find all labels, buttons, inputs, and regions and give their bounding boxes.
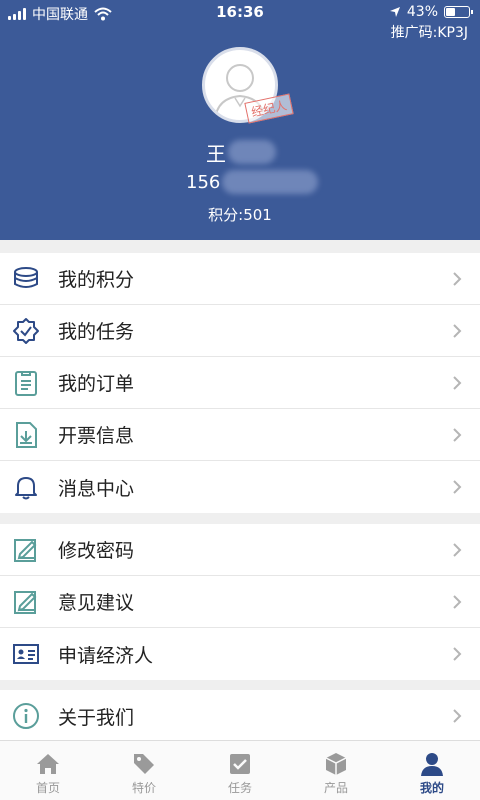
tab-tasks[interactable]: 任务 <box>192 741 288 800</box>
task-check-icon <box>230 754 250 774</box>
chevron-right-icon <box>453 324 462 338</box>
menu-item-label: 申请经济人 <box>58 644 154 667</box>
menu-group-about: 关于我们 <box>0 690 480 742</box>
tab-label: 首页 <box>35 781 60 795</box>
menu-item-tasks[interactable]: 我的任务 <box>0 305 480 357</box>
menu-group-account: 我的积分 我的任务 我的订单 开票信息 消息中心 <box>0 253 480 513</box>
tab-specials[interactable]: 特价 <box>96 741 192 800</box>
menu-group-settings: 修改密码 意见建议 申请经济人 <box>0 524 480 680</box>
menu-item-label: 我的订单 <box>58 373 135 395</box>
chevron-right-icon <box>453 272 462 286</box>
bell-icon <box>15 477 37 500</box>
home-icon <box>37 754 59 774</box>
bottom-tab-bar: 首页 特价 任务 产品 我的 <box>0 740 480 800</box>
badge-check-icon <box>13 318 39 344</box>
edit-document-icon <box>14 539 37 562</box>
menu-item-label: 关于我们 <box>58 706 135 729</box>
name-redaction <box>228 140 276 164</box>
tab-label: 任务 <box>227 781 252 795</box>
feedback-edit-icon <box>14 591 37 614</box>
chevron-right-icon <box>453 428 462 442</box>
chevron-right-icon <box>453 595 462 609</box>
menu-item-label: 我的积分 <box>58 269 135 291</box>
user-points: 积分:501 <box>208 206 272 224</box>
chevron-right-icon <box>453 376 462 390</box>
menu-item-label: 我的任务 <box>58 321 135 343</box>
user-icon <box>421 753 443 776</box>
menu-item-messages[interactable]: 消息中心 <box>0 461 480 513</box>
profile-header: 中国联通 16:36 43% 推广码:KP3J 经纪人 王 156 积分:501 <box>0 0 480 240</box>
info-icon <box>13 703 39 729</box>
battery-percent: 43% <box>406 4 438 20</box>
status-bar: 中国联通 16:36 43% <box>0 0 480 24</box>
chevron-right-icon <box>453 543 462 557</box>
tab-home[interactable]: 首页 <box>0 741 96 800</box>
invoice-icon <box>16 422 37 448</box>
menu-item-points[interactable]: 我的积分 <box>0 253 480 305</box>
menu-item-feedback[interactable]: 意见建议 <box>0 576 480 628</box>
tab-label: 产品 <box>323 781 348 795</box>
menu-item-label: 意见建议 <box>58 592 135 614</box>
menu-item-label: 修改密码 <box>58 540 135 562</box>
menu-item-change-password[interactable]: 修改密码 <box>0 524 480 576</box>
battery-icon <box>444 6 473 18</box>
tab-mine[interactable]: 我的 <box>384 741 480 800</box>
menu-item-apply-broker[interactable]: 申请经济人 <box>0 628 480 680</box>
tab-label: 特价 <box>131 781 156 795</box>
menu-item-label: 消息中心 <box>58 477 135 500</box>
id-card-icon <box>13 644 39 664</box>
menu-item-orders[interactable]: 我的订单 <box>0 357 480 409</box>
user-phone: 156 <box>186 172 221 193</box>
tag-icon <box>134 754 154 774</box>
tab-label: 我的 <box>419 781 444 795</box>
tab-products[interactable]: 产品 <box>288 741 384 800</box>
chevron-right-icon <box>453 480 462 494</box>
promo-code: 推广码:KP3J <box>390 25 468 41</box>
user-name: 王 <box>206 142 226 166</box>
database-icon <box>14 267 38 288</box>
location-arrow-icon <box>389 7 400 17</box>
menu-item-about[interactable]: 关于我们 <box>0 690 480 742</box>
menu-item-label: 开票信息 <box>58 425 135 447</box>
cube-icon <box>325 753 347 775</box>
chevron-right-icon <box>453 647 462 661</box>
menu-item-invoice[interactable]: 开票信息 <box>0 409 480 461</box>
phone-redaction <box>222 170 318 194</box>
clipboard-list-icon <box>15 371 37 396</box>
chevron-right-icon <box>453 709 462 723</box>
